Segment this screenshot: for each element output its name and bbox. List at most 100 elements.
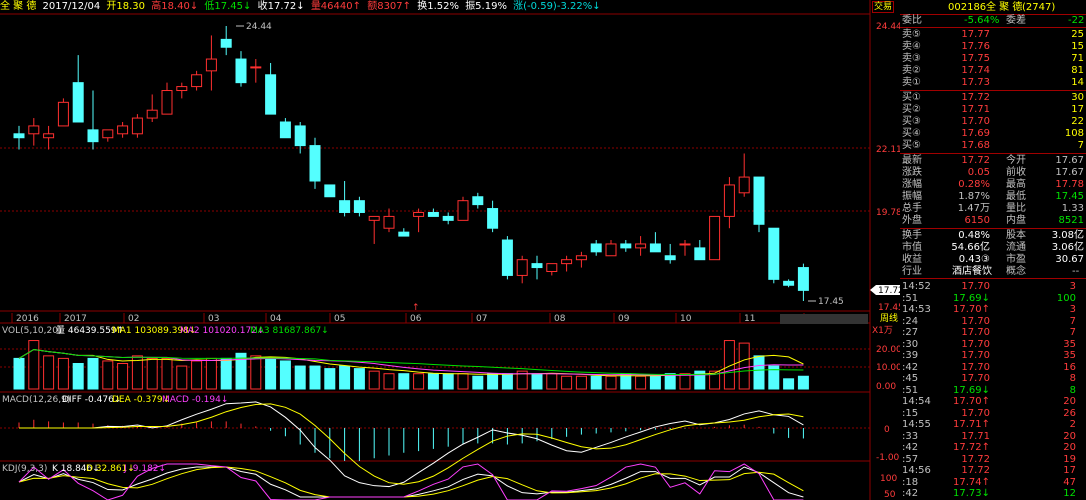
x-axis-label: 10 xyxy=(680,314,692,324)
vol-title: VOL(5,10,20) xyxy=(2,326,61,336)
tick-price: 17.70 xyxy=(961,315,990,327)
bid-volume: 17 xyxy=(1071,104,1084,115)
bid-row: 买② 17.71 17 xyxy=(900,104,1086,115)
tick-price: 17.72 xyxy=(961,465,990,476)
candle xyxy=(205,58,217,72)
candle xyxy=(235,58,247,84)
bid-row: 买⑤ 17.68 7 xyxy=(900,140,1086,151)
ask-price: 17.76 xyxy=(961,41,990,52)
ask-row: 卖① 17.73 14 xyxy=(900,77,1086,88)
volume-bar xyxy=(43,355,55,390)
tick-price: 17.70 xyxy=(961,350,990,361)
tick-price: 17.74↑ xyxy=(952,476,990,488)
candle xyxy=(753,176,765,225)
bid-volume: 108 xyxy=(1064,128,1084,139)
ask-row: 卖③ 17.75 71 xyxy=(900,53,1086,64)
vol-axis-label: 20.00 xyxy=(876,345,900,355)
tick-row: :42 17.70 16 xyxy=(900,362,1086,373)
fundamental-row: 市值 54.66亿 流通 3.06亿 xyxy=(900,242,1086,253)
volume-bar xyxy=(72,363,84,390)
tick-price: 17.69↓ xyxy=(952,292,990,304)
bid-label: 买④ xyxy=(902,128,921,139)
candle xyxy=(501,239,513,276)
candle xyxy=(679,243,691,246)
x-axis-label: 08 xyxy=(554,314,566,324)
macd-title: MACD(12,26,9) xyxy=(2,395,70,405)
tick-row: 14:56 17.72 17 xyxy=(900,465,1086,476)
candle xyxy=(768,227,780,280)
tick-time: :27 xyxy=(902,327,919,338)
volume-bar xyxy=(472,375,484,390)
bid-volume: 30 xyxy=(1071,92,1084,103)
x-axis-label: 05 xyxy=(334,314,345,324)
candle xyxy=(531,263,543,269)
volume-bar xyxy=(398,373,410,390)
candle xyxy=(472,196,484,206)
candles-layer xyxy=(13,26,809,301)
bid-label: 买① xyxy=(902,92,921,103)
stat-value: 1.47万 xyxy=(957,203,990,214)
tick-volume: 26 xyxy=(1063,407,1076,419)
x-axis: 201620170203040506070809101112 xyxy=(11,313,819,324)
ask-label: 卖① xyxy=(902,77,921,88)
kdj-axis-label: 100 xyxy=(880,474,897,484)
macd-legend: MACD(12,26,9) DIFF -0.476↓ DEA -0.379↓ M… xyxy=(2,395,228,405)
tick-time: 14:54 xyxy=(902,396,931,407)
kline-chart[interactable]: 24.44 22.11 19.78 17.45 24.44 17.45 2016… xyxy=(0,0,900,500)
tick-time: 14:56 xyxy=(902,465,931,476)
vol-unit: X1万 xyxy=(872,326,893,336)
stat-row: 涨幅 0.28% 最高 17.78 xyxy=(900,179,1086,190)
tick-row: :42 17.73↓ 12 xyxy=(900,488,1086,499)
bid-volume: 22 xyxy=(1071,116,1084,127)
volume-bar xyxy=(427,373,439,390)
volume-bar xyxy=(413,373,425,390)
period-label[interactable]: 周线 xyxy=(880,312,898,324)
candle xyxy=(72,82,84,123)
x-axis-label: 07 xyxy=(476,314,487,324)
order-ratio-row: 委比 -5.64% 委差 -22 xyxy=(902,15,1085,26)
tick-row: :18 17.74↑ 47 xyxy=(900,477,1086,488)
tick-price: 17.73↓ xyxy=(952,488,990,499)
tick-time: :51 xyxy=(902,292,919,304)
tick-volume: 47 xyxy=(1063,476,1076,488)
tick-time: :51 xyxy=(902,384,919,396)
candle xyxy=(324,184,336,198)
candle xyxy=(43,133,55,139)
tick-volume: 3 xyxy=(1069,304,1076,315)
price-axis-label: 17.45 xyxy=(878,303,900,313)
tick-volume: 100 xyxy=(1056,292,1076,304)
volume-bar xyxy=(649,375,661,390)
tick-row: 14:55 17.71↑ 2 xyxy=(900,419,1086,430)
candle xyxy=(87,129,99,143)
fund-label: 市盈 xyxy=(1006,254,1026,265)
volume-bar xyxy=(294,365,306,390)
stat-value: 17.78 xyxy=(1055,179,1084,190)
candle xyxy=(191,74,203,88)
high-annotation: 24.44 xyxy=(246,22,272,32)
tick-price: 17.70 xyxy=(961,327,990,338)
candle xyxy=(590,243,602,253)
volume-bar xyxy=(383,373,395,390)
tick-price: 17.70 xyxy=(961,407,990,419)
stat-label: 外盘 xyxy=(902,215,922,226)
bid-price: 17.68 xyxy=(961,140,990,151)
stat-label: 最低 xyxy=(1006,191,1026,202)
volume-bar xyxy=(442,373,454,390)
fund-label: 收益 xyxy=(902,254,922,265)
volume-bar xyxy=(28,340,40,390)
stat-label: 内盘 xyxy=(1006,215,1026,226)
tick-volume: 17 xyxy=(1063,465,1076,476)
candle xyxy=(413,211,425,217)
tick-row: :33 17.71 20 xyxy=(900,431,1086,442)
x-axis-label: 04 xyxy=(270,314,282,324)
stat-label: 涨跌 xyxy=(902,167,922,178)
fund-label: 市值 xyxy=(902,242,922,253)
tick-row: 14:54 17.70↑ 20 xyxy=(900,396,1086,407)
macd-axis-label: 0 xyxy=(884,425,890,435)
vol-legend: VOL(5,10,20) 量 46439.559↑ MA1 103089.398… xyxy=(2,325,329,336)
stock-code: 002186 xyxy=(948,2,987,13)
current-price-tag-text: 17.72 xyxy=(878,286,900,296)
tick-time: :33 xyxy=(902,430,919,442)
candle xyxy=(709,215,721,261)
tab-trade[interactable]: 交易 xyxy=(872,1,895,13)
